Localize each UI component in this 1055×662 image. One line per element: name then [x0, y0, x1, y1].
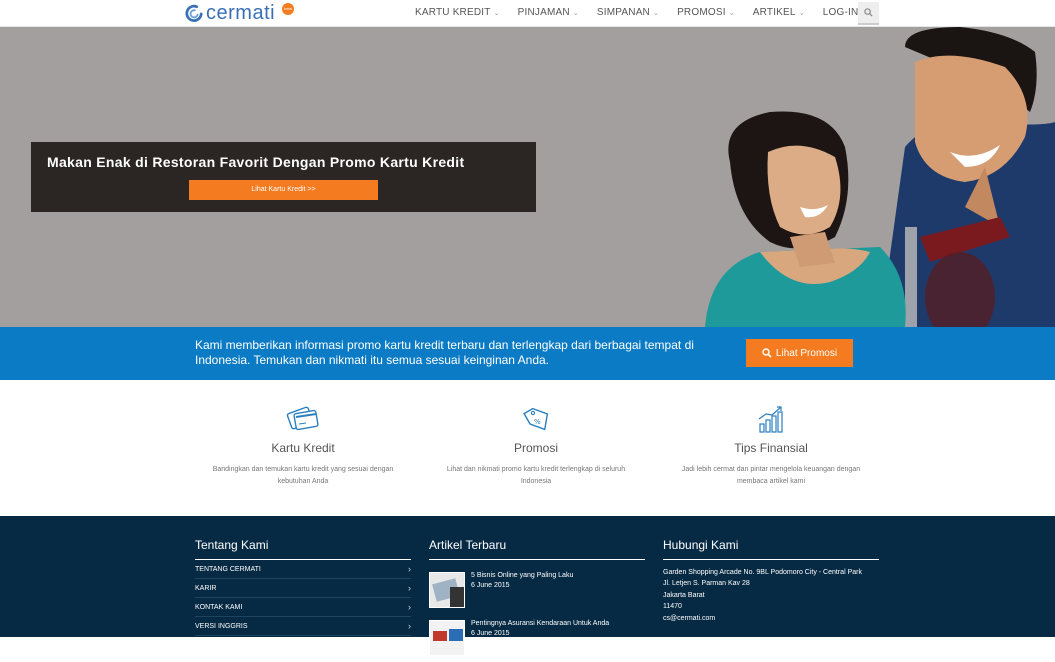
- chevron-down-icon: ⌄: [493, 10, 500, 17]
- article-item[interactable]: 5 Bisnis Online yang Paling Laku 6 June …: [429, 570, 645, 614]
- footer-contact-column: Hubungi Kami Garden Shopping Arcade No. …: [663, 538, 879, 624]
- hero-title: Makan Enak di Restoran Favorit Dengan Pr…: [47, 154, 465, 170]
- view-credit-cards-button[interactable]: Lihat Kartu Kredit >>: [189, 180, 378, 200]
- chevron-right-icon: ›: [408, 621, 411, 631]
- cermati-logo[interactable]: cermati beta: [185, 2, 294, 24]
- footer-about-title: Tentang Kami: [195, 538, 411, 560]
- nav-promosi[interactable]: PROMOSI ⌄: [668, 0, 744, 27]
- feature-description: Jadi lebih cermat dan pintar mengelola k…: [681, 466, 861, 485]
- article-thumbnail: [429, 572, 465, 608]
- growth-chart-icon: [758, 406, 783, 433]
- main-menu: KARTU KREDIT ⌄ PINJAMAN ⌄ SIMPANAN ⌄ PROMOS…: [406, 0, 867, 27]
- feature-title: Promosi: [513, 441, 558, 455]
- view-promotions-button[interactable]: Lihat Promosi: [746, 339, 853, 367]
- hero-promo-box: Makan Enak di Restoran Favorit Dengan Pr…: [31, 142, 536, 212]
- top-navbar: cermati beta KARTU KREDIT ⌄ PINJAMAN ⌄ SIM…: [0, 0, 1055, 27]
- promo-info-text: Kami memberikan informasi promo kartu kr…: [195, 338, 694, 367]
- footer-articles-column: Artikel Terbaru 5 Bisnis Online yang Pal…: [429, 538, 645, 662]
- chevron-down-icon: ⌄: [798, 10, 805, 17]
- contact-info: Garden Shopping Arcade No. 9BL Podomoro …: [663, 567, 879, 624]
- feature-title: Kartu Kredit: [271, 441, 335, 455]
- contact-email-link[interactable]: cs@cermati.com: [663, 613, 879, 624]
- feature-description: Bandingkan dan temukan kartu kredit yang…: [212, 466, 394, 485]
- chevron-right-icon: ›: [408, 583, 411, 593]
- article-date: 6 June 2015: [471, 582, 510, 589]
- nav-pinjaman[interactable]: PINJAMAN ⌄: [509, 0, 588, 27]
- article-item[interactable]: Pentingnya Asuransi Kendaraan Untuk Anda…: [429, 618, 645, 662]
- contact-address-line: Garden Shopping Arcade No. 9BL Podomoro …: [663, 569, 862, 576]
- footer-link-versi-inggris[interactable]: VERSI INGGRIS ›: [195, 617, 411, 636]
- nav-simpanan[interactable]: SIMPANAN ⌄: [588, 0, 668, 27]
- beta-badge: beta: [282, 3, 294, 15]
- article-title: 5 Bisnis Online yang Paling Laku: [471, 572, 574, 579]
- feature-tips-finansial[interactable]: Tips Finansial Jadi lebih cermat dan pin…: [666, 404, 876, 488]
- footer: Tentang Kami TENTANG CERMATI › KARIR › KON…: [0, 516, 1055, 656]
- chevron-right-icon: ›: [408, 564, 411, 574]
- feature-description: Lihat dan nikmati promo kartu kredit ter…: [446, 466, 626, 485]
- chevron-down-icon: ⌄: [728, 10, 735, 17]
- footer-link-karir[interactable]: KARIR ›: [195, 579, 411, 598]
- chevron-down-icon: ⌄: [652, 10, 660, 17]
- view-promotions-label: Lihat Promosi: [775, 347, 838, 359]
- footer-articles-title: Artikel Terbaru: [429, 538, 645, 560]
- logo-text: cermati: [206, 2, 276, 24]
- footer-contact-title: Hubungi Kami: [663, 538, 879, 560]
- feature-promosi[interactable]: % Promosi Lihat dan nikmati promo kartu …: [431, 404, 641, 488]
- features-section: Kartu Kredit Bandingkan dan temukan kart…: [0, 380, 1055, 516]
- nav-artikel[interactable]: ARTIKEL ⌄: [744, 0, 814, 27]
- feature-kartu-kredit[interactable]: Kartu Kredit Bandingkan dan temukan kart…: [198, 404, 408, 488]
- search-icon: [762, 348, 772, 358]
- feature-title: Tips Finansial: [734, 441, 808, 455]
- article-thumbnail: [429, 620, 465, 656]
- contact-postal-code: 11470: [663, 603, 682, 611]
- search-icon: [864, 8, 873, 17]
- nav-kartu-kredit[interactable]: KARTU KREDIT ⌄: [406, 0, 509, 27]
- logo-swirl-icon: [185, 4, 203, 22]
- nav-search-button[interactable]: [858, 2, 879, 25]
- price-tag-icon: %: [523, 407, 549, 431]
- footer-link-tentang-cermati[interactable]: TENTANG CERMATI ›: [195, 560, 411, 579]
- chevron-right-icon: ›: [408, 602, 411, 612]
- contact-street-line: Jl. Letjen S. Parman Kav 28: [663, 580, 750, 588]
- article-title: Pentingnya Asuransi Kendaraan Untuk Anda: [471, 620, 610, 627]
- credit-card-icon: [286, 406, 319, 431]
- footer-about-column: Tentang Kami TENTANG CERMATI › KARIR › KON…: [195, 538, 411, 636]
- footer-link-kontak-kami[interactable]: KONTAK KAMI ›: [195, 598, 411, 617]
- hero-banner: Makan Enak di Restoran Favorit Dengan Pr…: [0, 27, 1055, 327]
- contact-city-line: Jakarta Barat: [663, 591, 705, 599]
- promo-info-strip: Kami memberikan informasi promo kartu kr…: [0, 327, 1055, 380]
- svg-text:%: %: [534, 418, 541, 426]
- article-date: 6 June 2015: [471, 630, 510, 637]
- chevron-down-icon: ⌄: [572, 10, 579, 17]
